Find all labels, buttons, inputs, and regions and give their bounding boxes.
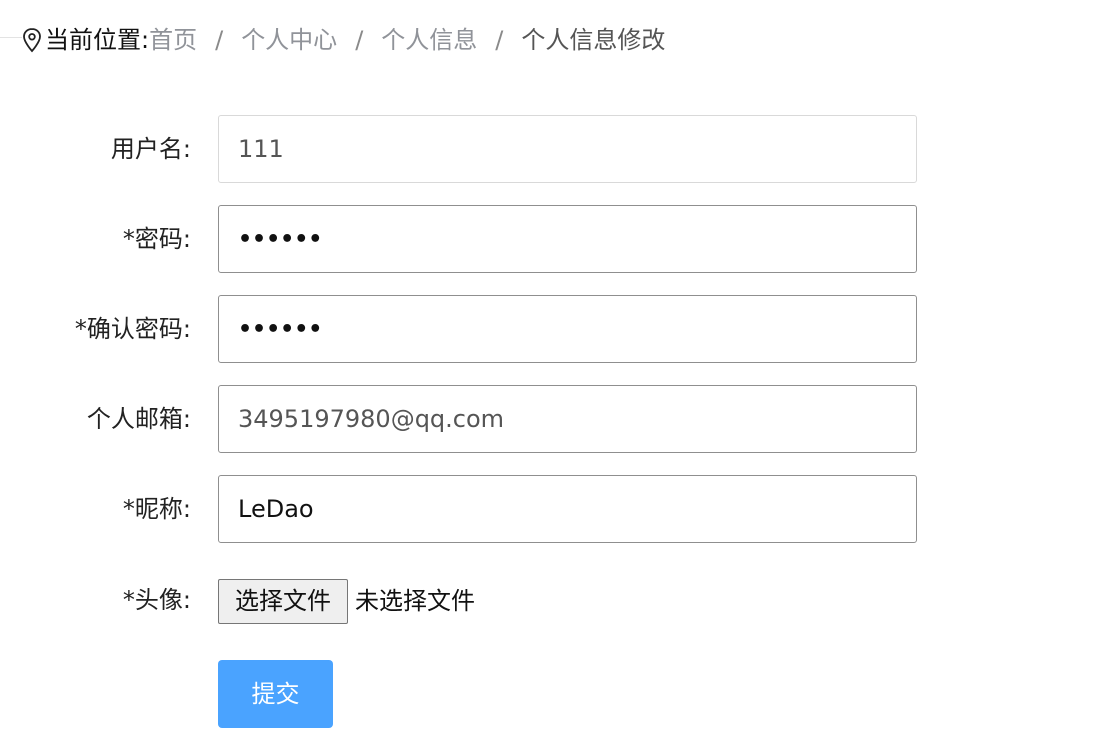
breadcrumb-separator: / (495, 26, 504, 54)
breadcrumb-home-link[interactable]: 首页 (149, 22, 197, 58)
username-field[interactable] (218, 115, 917, 183)
breadcrumb-current: 个人信息修改 (521, 26, 666, 54)
breadcrumb-separator: / (215, 26, 224, 54)
username-label: 用户名: (110, 135, 191, 163)
file-status-text: 未选择文件 (355, 587, 475, 615)
breadcrumb-personal-info-link[interactable]: 个人信息 (381, 22, 477, 58)
avatar-label: *头像: (122, 586, 191, 614)
breadcrumb-prefix: 当前位置: (45, 26, 150, 54)
nickname-row: *昵称: (0, 475, 1108, 543)
breadcrumb-separator: / (355, 26, 364, 54)
username-row: 用户名: (0, 115, 1108, 183)
nickname-label: *昵称: (122, 495, 191, 523)
confirm-password-field[interactable] (218, 295, 917, 363)
choose-file-button[interactable]: 选择文件 (218, 579, 348, 624)
nickname-field[interactable] (218, 475, 917, 543)
breadcrumb-personal-center-link[interactable]: 个人中心 (241, 22, 337, 58)
breadcrumb: 当前位置: 首页 / 个人中心 / 个人信息 / 个人信息修改 (22, 22, 665, 58)
divider (0, 37, 22, 38)
password-label: *密码: (122, 225, 191, 253)
password-row: *密码: (0, 205, 1108, 273)
confirm-password-label: *确认密码: (74, 315, 191, 343)
email-label: 个人邮箱: (86, 405, 191, 433)
confirm-password-row: *确认密码: (0, 295, 1108, 363)
email-row: 个人邮箱: (0, 385, 1108, 453)
page: 当前位置: 首页 / 个人中心 / 个人信息 / 个人信息修改 用户名: *密码… (0, 0, 1108, 736)
submit-button[interactable]: 提交 (218, 660, 333, 728)
location-pin-icon (22, 27, 42, 53)
password-field[interactable] (218, 205, 917, 273)
avatar-row: *头像: 选择文件 未选择文件 (0, 568, 1108, 632)
email-field[interactable] (218, 385, 917, 453)
